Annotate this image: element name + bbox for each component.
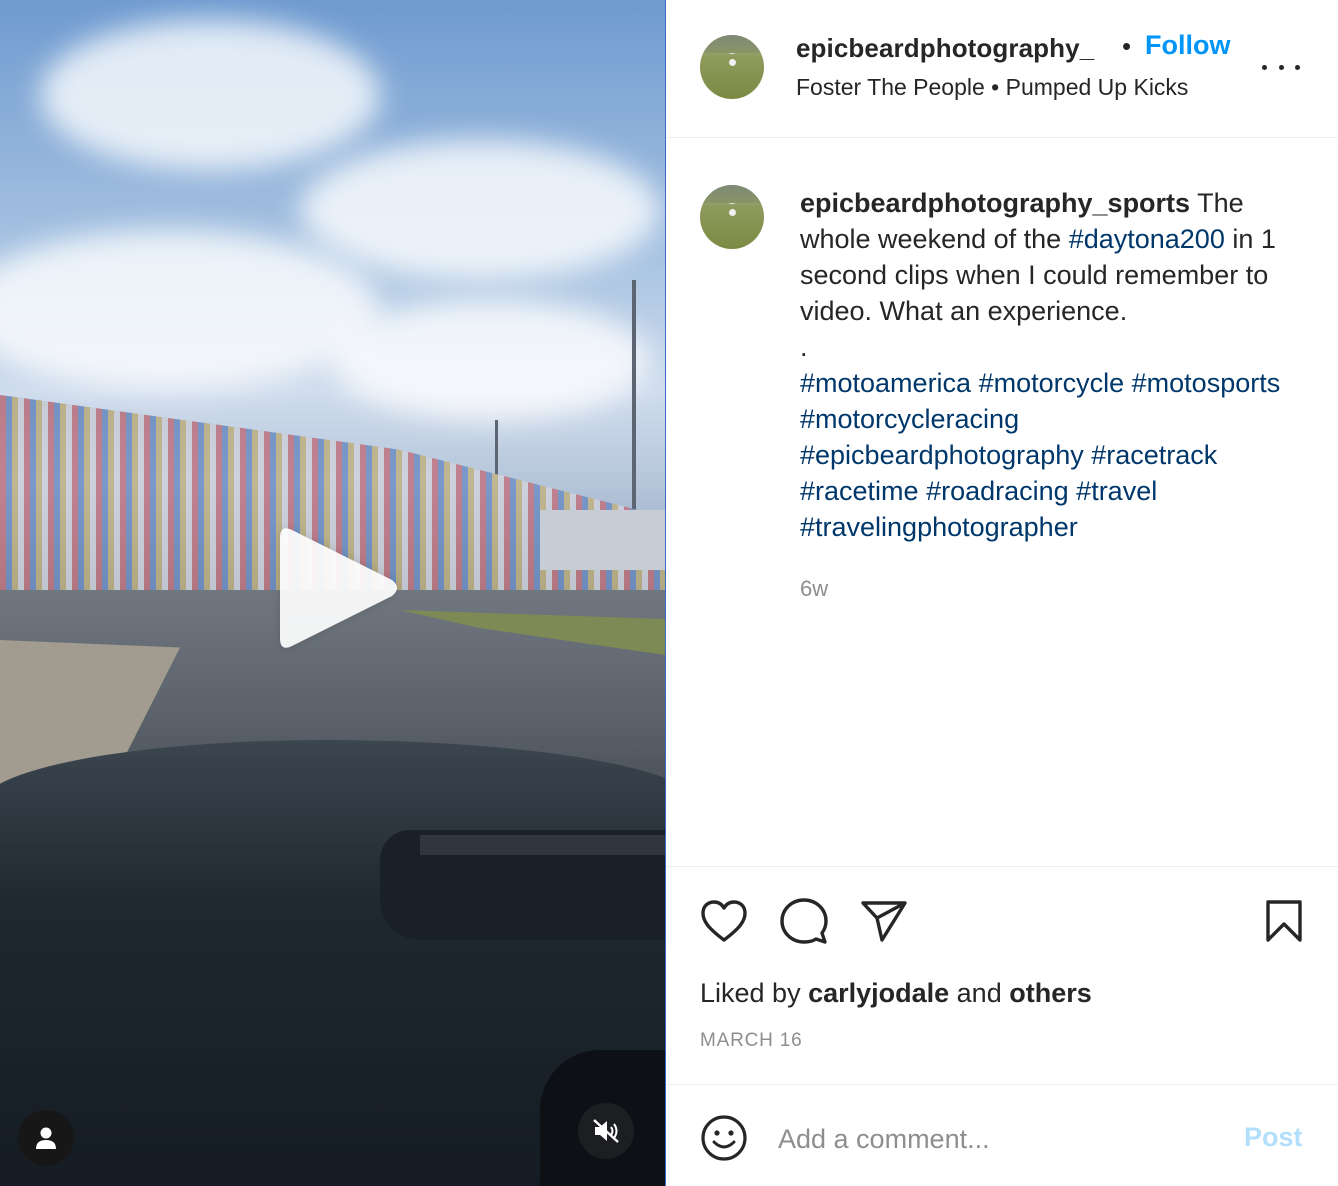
avatar-trees — [700, 185, 764, 203]
hashtag[interactable]: #racetime — [800, 476, 919, 506]
more-dot — [1278, 64, 1284, 70]
post-video[interactable] — [0, 0, 665, 1186]
user-tags-button[interactable] — [18, 1110, 74, 1166]
post-details-panel: epicbeardphotography_ • Follow Foster Th… — [666, 0, 1338, 1186]
hashtag[interactable]: #motosports — [1132, 368, 1281, 398]
play-icon — [280, 528, 397, 648]
heart-icon — [701, 900, 747, 942]
building — [540, 510, 665, 570]
hashtag[interactable]: #motoamerica — [800, 368, 971, 398]
avatar-ball — [729, 59, 736, 66]
hashtag[interactable]: #roadracing — [926, 476, 1069, 506]
post-date[interactable]: MARCH 16 — [700, 1030, 802, 1052]
cloud — [300, 140, 660, 280]
paper-plane-icon — [861, 901, 907, 942]
hashtag[interactable]: #travelingphotographer — [800, 512, 1078, 542]
author-avatar[interactable] — [700, 35, 764, 99]
follow-button[interactable]: Follow — [1145, 30, 1230, 61]
post-header: epicbeardphotography_ • Follow Foster Th… — [666, 0, 1338, 138]
speaker-muted-icon — [593, 1119, 619, 1143]
audio-track-link[interactable]: Foster The People • Pumped Up Kicks — [796, 74, 1188, 101]
avatar-trees — [700, 35, 764, 53]
share-button[interactable] — [858, 895, 910, 947]
avatar-ball — [729, 209, 736, 216]
hashtag-list: #motoamerica #motorcycle #motosports #mo… — [800, 365, 1310, 545]
cloud — [40, 20, 380, 170]
comment-divider — [666, 1084, 1338, 1085]
save-button[interactable] — [1258, 895, 1310, 947]
hashtag[interactable]: #motorcycleracing — [800, 404, 1019, 434]
caption-author-avatar[interactable] — [700, 185, 764, 249]
hashtag[interactable]: #epicbeardphotography — [800, 440, 1084, 470]
liked-by-prefix: Liked by — [700, 978, 809, 1008]
hashtag[interactable]: #travel — [1076, 476, 1157, 506]
hashtag-daytona200[interactable]: #daytona200 — [1069, 224, 1225, 254]
more-dot — [1262, 64, 1267, 70]
hashtag[interactable]: #racetrack — [1091, 440, 1217, 470]
user-icon — [36, 1127, 56, 1149]
smiley-icon — [701, 1115, 747, 1161]
cloud — [330, 300, 650, 420]
caption-username[interactable]: epicbeardphotography_sports — [800, 188, 1190, 218]
caption-separator: . — [800, 332, 808, 362]
like-button[interactable] — [698, 895, 750, 947]
hashtag[interactable]: #motorcycle — [979, 368, 1125, 398]
header-dot-separator: • — [1122, 31, 1132, 61]
liked-by: Liked by carlyjodale and others — [700, 978, 1092, 1009]
author-username[interactable]: epicbeardphotography_ — [796, 33, 1094, 64]
cloud — [0, 230, 380, 390]
comment-bubble-icon — [780, 898, 828, 944]
bookmark-icon — [1266, 900, 1302, 942]
comment-button[interactable] — [778, 895, 830, 947]
play-button[interactable] — [276, 524, 402, 652]
liked-by-others[interactable]: others — [1009, 978, 1092, 1008]
emoji-button[interactable] — [698, 1112, 750, 1164]
caption-area: epicbeardphotography_sports The whole we… — [666, 139, 1338, 867]
post-comment-button[interactable]: Post — [1244, 1122, 1303, 1153]
caption-text: epicbeardphotography_sports The whole we… — [800, 185, 1310, 545]
mute-button[interactable] — [578, 1103, 634, 1159]
post-time-ago[interactable]: 6w — [800, 576, 828, 602]
liked-by-and: and — [949, 978, 1010, 1008]
actions-divider — [666, 866, 1338, 867]
dashboard-slot — [420, 835, 665, 855]
liked-by-user[interactable]: carlyjodale — [808, 978, 949, 1008]
more-options-button[interactable] — [1262, 56, 1300, 78]
more-dot — [1295, 64, 1300, 70]
comment-input[interactable] — [778, 1118, 1218, 1160]
